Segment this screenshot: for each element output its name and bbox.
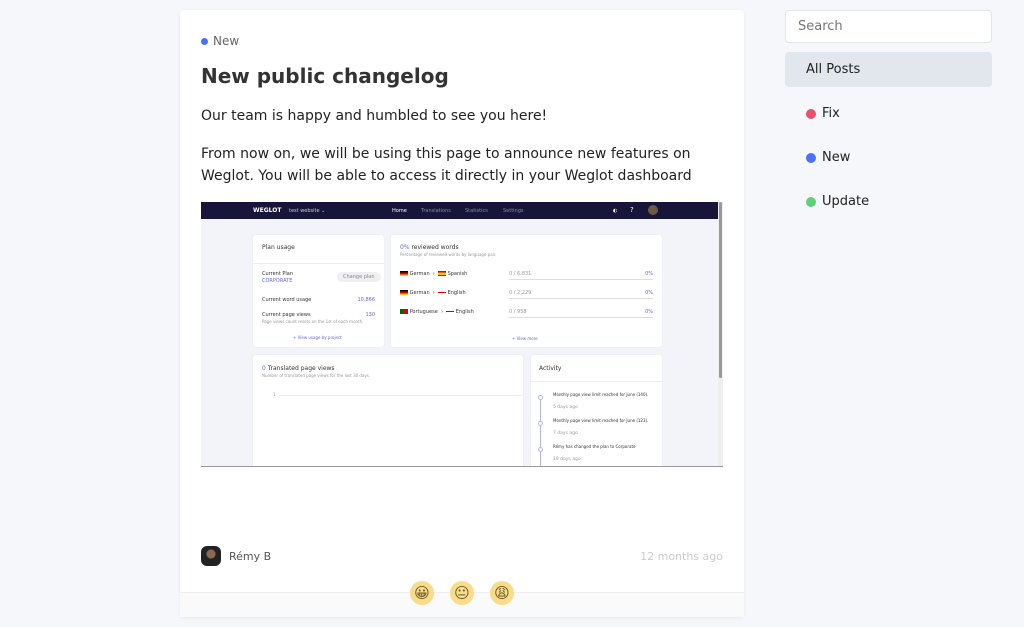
axis-tick: 1 [273, 392, 276, 397]
nav-tab: Home [392, 208, 407, 214]
sidebar-item-update[interactable]: Update [785, 184, 992, 219]
activity-text: Monthly page view limit reached for June… [553, 392, 649, 397]
sidebar-item-label: Update [822, 194, 870, 209]
post-paragraph: Our team is happy and humbled to see you… [201, 108, 548, 124]
language: Spanish [447, 271, 468, 277]
post-tag[interactable]: New [201, 34, 239, 48]
language: English [455, 309, 474, 315]
author-name: Rémy B [229, 549, 272, 563]
sidebar-item-all-posts[interactable]: All Posts [785, 52, 992, 87]
activity-text: Rémy has changed the plan to Corporate [553, 444, 636, 449]
language-pair-row: German › English [400, 290, 466, 296]
post-time: 12 months ago [640, 550, 723, 563]
author: Rémy B [201, 546, 271, 566]
subtitle: Percentage of reviewed words by language… [400, 252, 497, 257]
card-title: Plan usage [262, 244, 295, 251]
percent: 0% [645, 271, 653, 277]
user-avatar [648, 205, 658, 215]
neutral-face-icon[interactable]: 😐 [450, 581, 474, 605]
flag-icon [437, 271, 446, 276]
nav-tab: Settings [503, 208, 524, 214]
screenshot-scrollbar [718, 202, 723, 466]
project-select: test website ⌄ [289, 208, 326, 214]
language: English [447, 290, 466, 296]
activity-time: 7 days ago [553, 431, 578, 436]
post-paragraph: From now on, we will be using this page … [201, 146, 692, 184]
card-title: Translated page views [267, 365, 335, 372]
word-count: 0 / 958 [509, 309, 527, 315]
reviewed-words-card: 0% reviewed words Percentage of reviewed… [391, 235, 662, 347]
weary-face-icon[interactable]: 😩 [490, 581, 514, 605]
link: + View more [512, 336, 538, 341]
value: 0 [262, 365, 266, 372]
flag-icon [446, 309, 455, 314]
timeline-dot-icon [538, 395, 543, 400]
nav-tab: Statistics [465, 208, 488, 214]
dashboard-screenshot: WEGLOT test website ⌄ Home Translations … [201, 202, 723, 467]
value: 10,866 [357, 297, 376, 303]
tag-dot-icon [201, 37, 208, 45]
post-card: New New public changelog Our team is hap… [180, 10, 744, 617]
subtitle: Number of translated page views for the … [262, 373, 371, 378]
new-dot-icon [806, 152, 816, 163]
activity-time: 5 days ago [553, 405, 578, 410]
timeline-dot-icon [538, 447, 543, 452]
flag-icon [400, 290, 408, 295]
plan-usage-card: Plan usage Current Plan CORPORATE Change… [253, 235, 384, 347]
label: Current word usage [262, 297, 312, 303]
fix-dot-icon [806, 108, 816, 119]
percent: 0% [645, 290, 653, 296]
nav-tab: Translations [421, 208, 451, 214]
update-dot-icon [806, 196, 816, 207]
activity-time: 19 days ago [553, 457, 581, 462]
word-count: 0 / 2,229 [509, 290, 532, 296]
language-pair-row: German › Spanish [400, 271, 467, 277]
language: Portuguese [409, 309, 438, 315]
link: + View usage by project [293, 335, 342, 340]
screenshot-navbar: WEGLOT test website ⌄ Home Translations … [201, 202, 718, 219]
value: CORPORATE [262, 278, 293, 284]
tag-label: New [213, 34, 240, 48]
page-views-card: 0 Translated page views Number of transl… [253, 355, 523, 466]
grinning-face-icon[interactable]: 😀 [410, 581, 434, 605]
label: Current Plan [262, 271, 294, 277]
author-avatar [201, 546, 221, 566]
activity-card: Activity Monthly page view limit reached… [531, 355, 662, 466]
percent: 0% [645, 309, 653, 315]
sidebar-item-label: Fix [822, 106, 840, 121]
flag-icon [400, 271, 408, 276]
value: 0% [400, 244, 410, 251]
language: German [409, 271, 430, 277]
flag-icon [400, 309, 408, 314]
sidebar-item-new[interactable]: New [785, 140, 992, 175]
timeline-dot-icon [538, 421, 543, 426]
note: Page views count resets on the 1st of ea… [262, 319, 364, 324]
activity-text: Monthly page view limit reached for June… [553, 418, 649, 423]
sidebar-item-fix[interactable]: Fix [785, 96, 992, 131]
refresh-icon: ◐ [613, 208, 618, 214]
language-pair-row: Portuguese › English [400, 309, 474, 315]
flag-icon [437, 290, 446, 295]
post-title: New public changelog [201, 64, 449, 88]
value: 130 [365, 312, 375, 318]
sidebar-item-label: All Posts [806, 62, 861, 77]
sidebar-item-label: New [822, 150, 851, 165]
help-icon: ? [630, 206, 634, 214]
card-title: reviewed words [411, 244, 459, 251]
word-count: 0 / 6,831 [509, 271, 532, 277]
search-input[interactable] [785, 10, 992, 43]
change-plan-button: Change plan [337, 272, 381, 282]
weglot-logo: WEGLOT [253, 207, 282, 214]
language: German [409, 290, 430, 296]
label: Current page views [262, 312, 311, 318]
card-title: Activity [539, 365, 562, 372]
